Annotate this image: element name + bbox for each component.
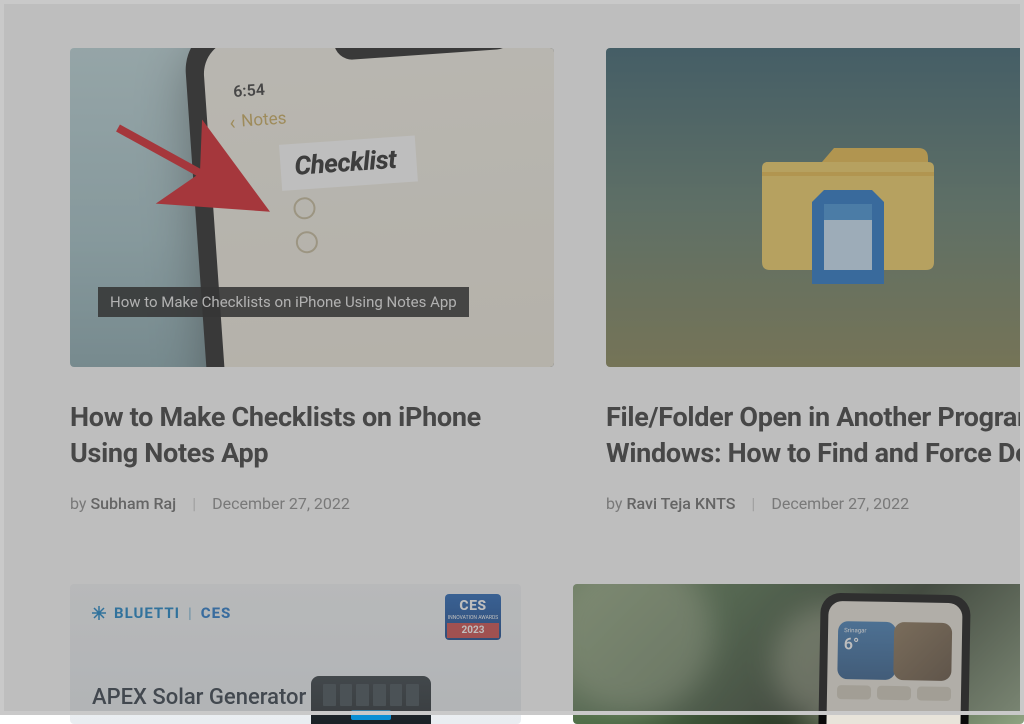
article-title[interactable]: How to Make Checklists on iPhone Using N… [70,399,554,472]
article-thumbnail[interactable]: 6:54 ‹ Notes Checklist [70,48,554,367]
article-date: December 27, 2022 [212,494,350,513]
article-date: December 27, 2022 [771,494,909,513]
articles-grid-row: BLUETTI | CES CES INNOVATION AWARDS 2023… [70,584,1024,724]
phone-mockup: 6:54 ‹ Notes Checklist [182,48,554,367]
article-author[interactable]: Ravi Teja KNTS [626,494,735,513]
article-meta: by Subham Raj | December 27, 2022 [70,494,554,513]
bluetti-logo: BLUETTI | CES [92,604,231,622]
checklist-highlight: Checklist [279,135,418,190]
file-explorer-icon [748,128,948,288]
checkbox-empty [295,230,318,253]
product-name: APEX Solar Generator [92,685,306,710]
article-author[interactable]: Subham Raj [90,494,176,513]
article-thumbnail[interactable]: Srinagar 6° [573,584,1024,724]
articles-grid: 6:54 ‹ Notes Checklist [0,0,1024,513]
article-title[interactable]: File/Folder Open in Another Program Wind… [606,399,1024,472]
phone-mockup: Srinagar 6° [817,593,970,724]
article-card[interactable]: File/Folder Open in Another Program Wind… [606,48,1024,513]
article-thumbnail[interactable] [606,48,1024,367]
photo-widget [893,622,952,681]
weather-widget: Srinagar 6° [837,621,896,680]
checkbox-empty [293,197,316,220]
phone-time: 6:54 [233,80,266,101]
thumbnail-tooltip: How to Make Checklists on iPhone Using N… [98,287,469,317]
phone-back-nav: ‹ Notes [228,106,287,134]
article-thumbnail[interactable]: BLUETTI | CES CES INNOVATION AWARDS 2023… [70,584,521,724]
article-meta: by Ravi Teja KNTS | December 27, 2022 [606,494,1024,513]
ces-badge: CES INNOVATION AWARDS 2023 [445,594,501,640]
product-image [311,676,431,724]
article-card[interactable]: 6:54 ‹ Notes Checklist [70,48,554,513]
